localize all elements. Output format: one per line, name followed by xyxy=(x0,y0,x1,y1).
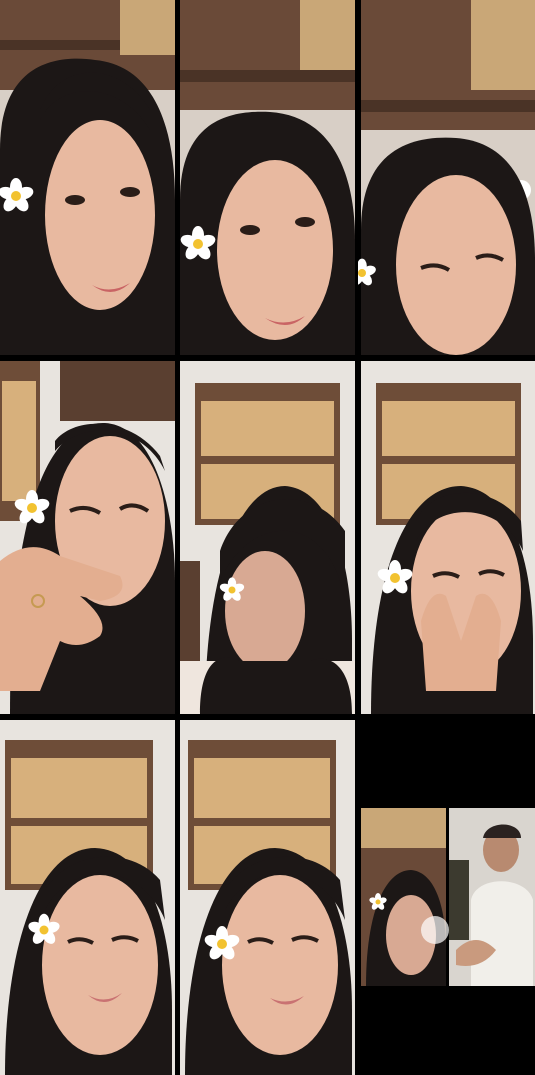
flower-sticker xyxy=(13,490,51,527)
flower-sticker xyxy=(218,577,246,603)
video-frame-6 xyxy=(361,361,535,714)
flower-sticker xyxy=(376,560,414,597)
video-frame-2 xyxy=(180,0,355,355)
flower-sticker xyxy=(368,893,388,912)
flower-sticker xyxy=(358,258,378,288)
video-frame-4 xyxy=(0,361,175,714)
flower-sticker xyxy=(0,178,35,215)
video-frame-3 xyxy=(361,0,535,355)
flower-sticker xyxy=(26,913,62,947)
video-frame-5 xyxy=(180,361,355,714)
video-frame-8 xyxy=(180,720,355,1075)
flower-sticker xyxy=(180,226,216,263)
flower-sticker xyxy=(203,926,241,963)
video-frame-7 xyxy=(0,720,175,1075)
